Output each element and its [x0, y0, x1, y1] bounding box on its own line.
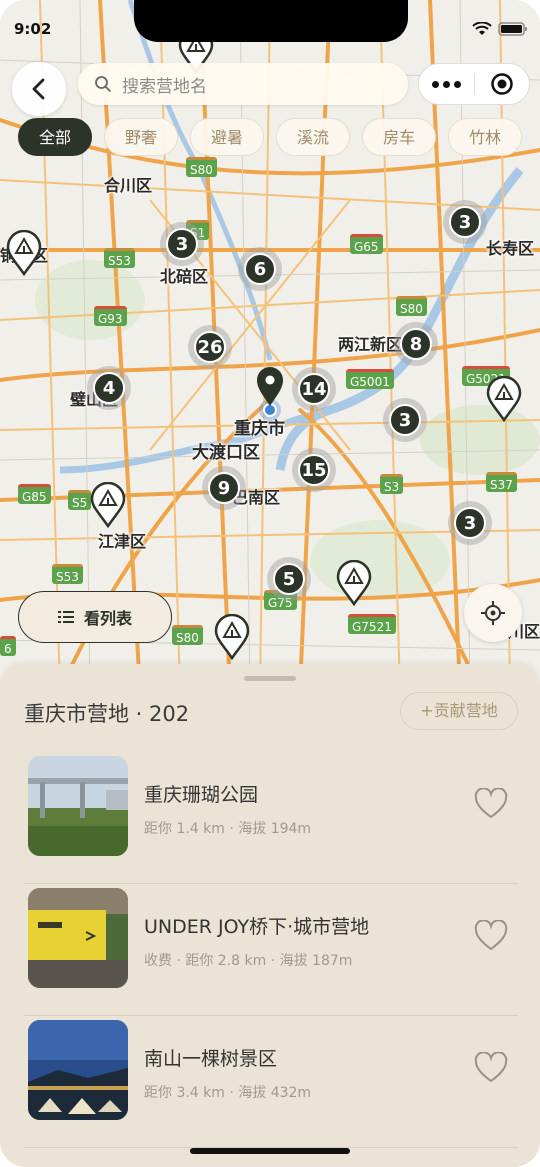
filter-chip-glamping[interactable]: 野奢	[104, 118, 179, 156]
home-indicator[interactable]	[190, 1148, 350, 1154]
sheet-title: 重庆市营地 · 202	[24, 702, 190, 726]
cluster-count: 9	[208, 472, 240, 504]
district-label: 长寿区	[486, 239, 535, 258]
tent-pin-icon[interactable]	[214, 614, 250, 660]
wifi-icon	[472, 22, 492, 35]
filter-chip-stream[interactable]: 溪流	[276, 118, 351, 156]
app-screen: S80 S1 G65 S53 S80 G93 G5001 G5021 G85 S…	[0, 0, 540, 1167]
camp-meta: 收费 · 距你 2.8 km · 海拔 187m	[144, 953, 353, 969]
list-item[interactable]: 南山一棵树景区 距你 3.4 km · 海拔 432m	[24, 1016, 518, 1148]
highway-shield: S37	[486, 472, 517, 492]
cluster-count: 26	[194, 331, 226, 363]
notch	[134, 0, 408, 42]
camp-cluster[interactable]: 9	[202, 466, 246, 510]
camp-thumbnail	[28, 888, 128, 988]
cluster-count: 3	[166, 228, 198, 260]
cluster-count: 3	[449, 206, 481, 238]
tent-pin-icon[interactable]	[486, 376, 522, 422]
highway-shield: G65	[350, 234, 383, 254]
contribute-camp-button[interactable]: +贡献营地	[400, 692, 518, 730]
cluster-count: 5	[273, 563, 305, 595]
system-icons	[472, 22, 528, 36]
list-icon	[57, 611, 74, 623]
camp-name: 重庆珊瑚公园	[144, 784, 259, 806]
crosshair-icon	[481, 601, 505, 625]
more-menu-button[interactable]	[419, 80, 474, 88]
search-icon	[95, 76, 111, 92]
district-label: 合川区	[104, 176, 153, 195]
district-label: 北碚区	[160, 267, 209, 286]
tent-pin-icon[interactable]	[336, 560, 372, 606]
target-circle-icon	[490, 73, 513, 95]
list-item[interactable]: UNDER JOY桥下·城市营地 收费 · 距你 2.8 km · 海拔 187…	[24, 884, 518, 1016]
cluster-count: 3	[454, 507, 486, 539]
back-button[interactable]	[12, 62, 66, 116]
camp-cluster[interactable]: 6	[238, 247, 282, 291]
search-input[interactable]: 搜索营地名	[78, 63, 408, 105]
search-placeholder: 搜索营地名	[122, 76, 207, 97]
camp-cluster[interactable]: 5	[267, 557, 311, 601]
camp-meta: 距你 1.4 km · 海拔 194m	[144, 821, 312, 837]
camp-cluster[interactable]: 8	[394, 322, 438, 366]
highway-shield: S53	[52, 564, 83, 584]
camp-thumbnail	[28, 1020, 128, 1120]
highway-shield: G7521	[348, 614, 396, 634]
camp-cluster[interactable]: 3	[443, 200, 487, 244]
cluster-count: 14	[298, 373, 330, 405]
cluster-count: 8	[400, 328, 432, 360]
filter-chip-summer[interactable]: 避暑	[190, 118, 265, 156]
highway-shield: G5001	[346, 369, 394, 389]
highway-shield: 6	[0, 636, 16, 656]
highway-shield: G85	[18, 484, 51, 504]
clock: 9:02	[14, 20, 52, 38]
camp-meta: 距你 3.4 km · 海拔 432m	[144, 1085, 312, 1101]
list-view-button[interactable]: 看列表	[18, 591, 172, 643]
current-location-icon	[257, 367, 283, 421]
camp-cluster[interactable]: 3	[383, 398, 427, 442]
heart-icon[interactable]	[474, 788, 508, 820]
heart-icon[interactable]	[474, 1052, 508, 1084]
filter-chip-rv[interactable]: 房车	[362, 118, 437, 156]
highway-shield: G93	[94, 306, 127, 326]
chevron-left-icon	[32, 78, 45, 100]
camp-cluster[interactable]: 3	[448, 501, 492, 545]
close-miniprogram-button[interactable]	[474, 72, 529, 96]
list-item[interactable]: 重庆珊瑚公园 距你 1.4 km · 海拔 194m	[24, 752, 518, 884]
camp-name: UNDER JOY桥下·城市营地	[144, 916, 370, 938]
camp-cluster[interactable]: 14	[292, 367, 336, 411]
camp-cluster[interactable]: 26	[188, 325, 232, 369]
highway-shield: S80	[172, 625, 203, 645]
camp-cluster[interactable]: 15	[292, 448, 336, 492]
highway-shield: S53	[104, 248, 135, 268]
battery-icon	[498, 22, 527, 36]
filter-chip-all[interactable]: 全部	[18, 118, 93, 156]
miniprogram-capsule	[418, 63, 530, 105]
district-label: 两江新区	[338, 335, 403, 354]
list-view-label: 看列表	[83, 609, 132, 628]
cluster-count: 15	[298, 454, 330, 486]
camp-cluster[interactable]: 3	[160, 222, 204, 266]
locate-me-button[interactable]	[464, 584, 522, 642]
status-bar: 9:02	[0, 0, 540, 56]
district-label: 江津区	[98, 532, 147, 551]
filter-chip-bamboo[interactable]: 竹林	[448, 118, 523, 156]
tent-pin-icon[interactable]	[6, 230, 42, 276]
sheet-drag-handle[interactable]	[244, 676, 296, 681]
camp-thumbnail	[28, 756, 128, 856]
cluster-count: 3	[389, 404, 421, 436]
highway-shield: S80	[396, 296, 427, 316]
heart-icon[interactable]	[474, 920, 508, 952]
highway-shield: S80	[186, 157, 217, 177]
camp-list: 重庆珊瑚公园 距你 1.4 km · 海拔 194m UNDER JOY桥下·城…	[24, 752, 518, 1148]
filter-chips: 全部 野奢 避暑 溪流 房车 竹林	[18, 118, 523, 156]
cluster-count: 6	[244, 253, 276, 285]
camp-cluster[interactable]: 4	[87, 366, 131, 410]
tent-pin-icon[interactable]	[90, 482, 126, 528]
district-label: 大渡口区	[192, 443, 260, 463]
camp-name: 南山一棵树景区	[144, 1048, 278, 1070]
highway-shield: S5	[68, 490, 92, 510]
camp-list-sheet[interactable]: 重庆市营地 · 202 +贡献营地 重庆珊瑚公园 距你 1.4 km · 海拔 …	[0, 664, 540, 1167]
cluster-count: 4	[93, 372, 125, 404]
highway-shield: S3	[380, 474, 404, 494]
